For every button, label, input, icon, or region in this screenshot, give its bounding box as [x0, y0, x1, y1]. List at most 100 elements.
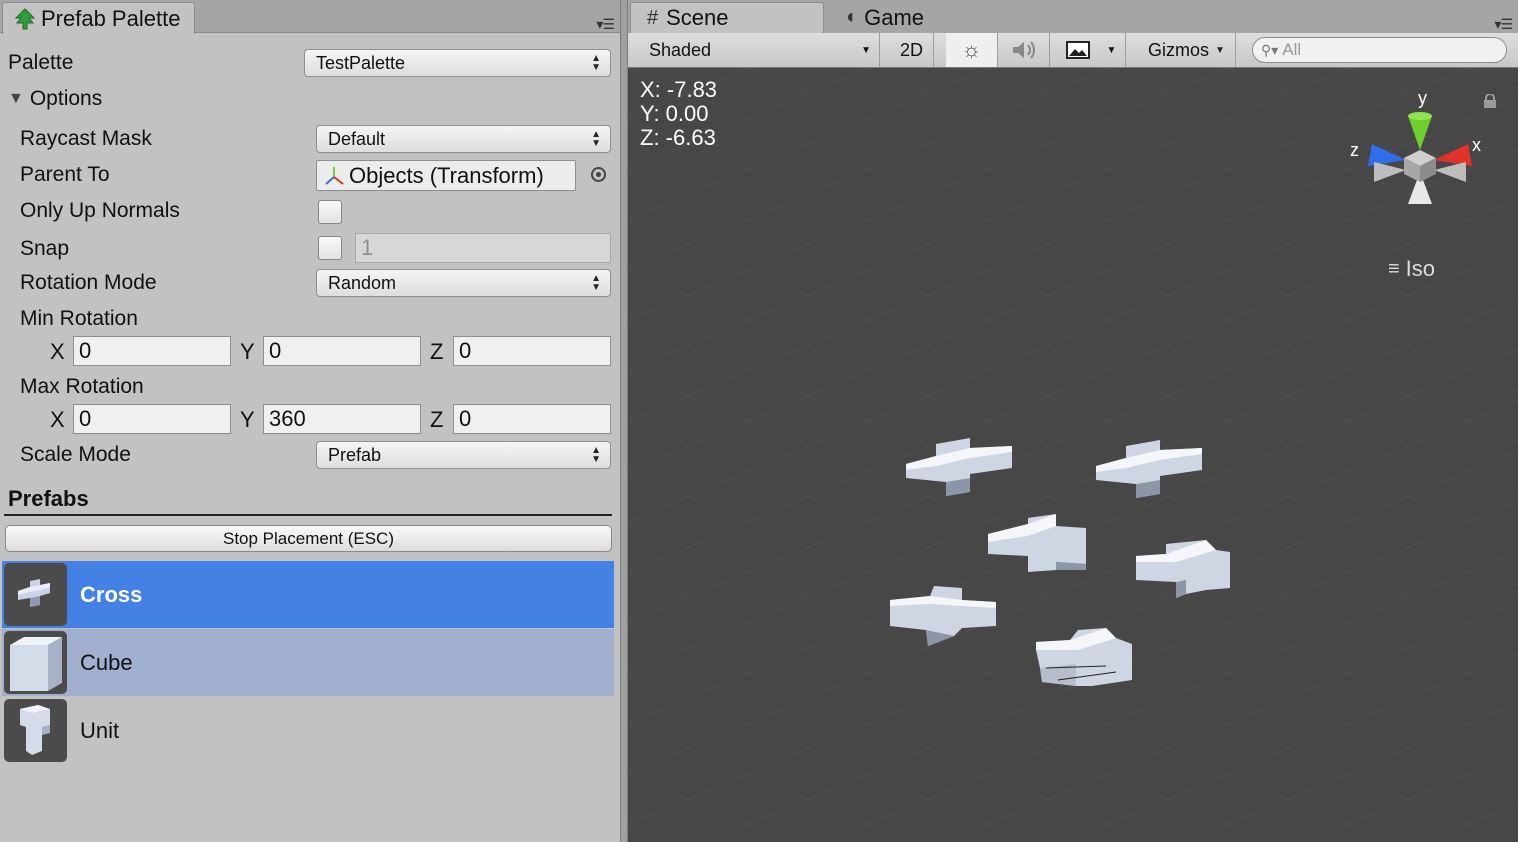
- scale-mode-dropdown[interactable]: Prefab ▲ ▼: [316, 441, 611, 469]
- gizmo-x-cone[interactable]: [1434, 144, 1472, 166]
- gizmo-z-cone[interactable]: [1368, 144, 1406, 166]
- gizmo-z-label: z: [1350, 140, 1359, 160]
- gizmos-label: Gizmos: [1148, 39, 1210, 60]
- search-icon: ⚲▾: [1261, 41, 1279, 58]
- rotation-mode-dropdown[interactable]: Random ▲ ▼: [316, 269, 611, 297]
- max-rotation-x-field[interactable]: 0: [73, 404, 231, 434]
- max-rotation-y-field[interactable]: 360: [263, 404, 421, 434]
- scene-viewport[interactable]: X: -7.83 Y: 0.00 Z: -6.63 y x z ≡ Iso: [628, 68, 1518, 842]
- 2d-toggle-button[interactable]: 2D: [890, 33, 934, 67]
- scene-search-input[interactable]: ⚲▾ All: [1252, 37, 1507, 63]
- tab-title: Prefab Palette: [41, 5, 181, 31]
- cross-object: [890, 586, 996, 646]
- palette-value: TestPalette: [316, 52, 406, 73]
- tab-scene-label: Scene: [666, 5, 729, 30]
- scene-toolbar: Shaded ▼ 2D ☼ ▼ Gizmos ▼ ⚲▾ All: [628, 33, 1518, 68]
- snap-checkbox[interactable]: [318, 236, 342, 260]
- shading-mode-dropdown[interactable]: Shaded ▼: [636, 33, 880, 67]
- panel-menu-icon[interactable]: ▾☰: [1494, 16, 1513, 33]
- section-divider: [4, 514, 612, 516]
- stop-placement-button[interactable]: Stop Placement (ESC): [5, 525, 612, 552]
- gizmo-x-label: x: [1472, 135, 1481, 155]
- prefab-name: Cube: [80, 649, 133, 675]
- tree-icon: [15, 7, 35, 29]
- gizmos-dropdown[interactable]: Gizmos ▼: [1138, 33, 1236, 67]
- palette-label: Palette: [8, 51, 74, 74]
- prefab-item-cube[interactable]: Cube: [2, 629, 614, 696]
- min-rotation-x-label: X: [50, 339, 65, 364]
- cross-object: [1136, 540, 1230, 598]
- tab-prefab-palette[interactable]: Prefab Palette: [2, 2, 195, 34]
- min-rotation-z-label: Z: [430, 339, 444, 364]
- raycast-mask-label: Raycast Mask: [20, 127, 152, 150]
- object-picker-icon[interactable]: [591, 167, 606, 182]
- palette-dropdown[interactable]: TestPalette ▲ ▼: [304, 49, 611, 77]
- projection-label: Iso: [1405, 256, 1436, 281]
- tab-game[interactable]: ◖ Game: [828, 2, 1008, 33]
- coord-z: Z: -6.63: [640, 125, 716, 150]
- prefab-name: Unit: [80, 717, 120, 743]
- dropdown-arrows-icon: ▲ ▼: [591, 53, 601, 73]
- dropdown-arrows-icon: ▲ ▼: [591, 273, 601, 293]
- tab-scene[interactable]: # Scene: [630, 2, 824, 33]
- cross-object: [906, 438, 1012, 496]
- chevron-down-icon: ▼: [861, 44, 871, 56]
- prefab-palette-panel: Prefab Palette ▾☰ Palette TestPalette ▲ ▼…: [0, 0, 620, 842]
- options-foldout[interactable]: ▼ Options: [8, 87, 102, 111]
- transform-icon: [325, 166, 344, 185]
- grid-icon: #: [647, 6, 659, 29]
- scene-panel: # Scene ◖ Game ▾☰ Shaded ▼ 2D ☼ ▼ Gizmos…: [628, 0, 1518, 842]
- shading-mode-value: Shaded: [649, 39, 712, 60]
- tab-game-label: Game: [864, 4, 925, 30]
- parent-to-value: Objects (Transform): [349, 162, 544, 188]
- image-icon: [1066, 41, 1090, 59]
- right-tab-strip: # Scene ◖ Game ▾☰: [628, 0, 1518, 33]
- cross-object: [988, 514, 1086, 572]
- prefab-item-unit[interactable]: Unit: [2, 697, 614, 764]
- prefabs-title: Prefabs: [8, 486, 89, 511]
- min-rotation-y-field[interactable]: 0: [263, 336, 421, 366]
- hamburger-icon: ≡: [1388, 257, 1400, 280]
- coord-y: Y: 0.00: [640, 101, 709, 126]
- gizmo-y-cone[interactable]: [1408, 116, 1432, 150]
- effects-dropdown-button[interactable]: ▼: [1098, 33, 1126, 67]
- max-rotation-y-label: Y: [240, 407, 255, 432]
- rotation-mode-label: Rotation Mode: [20, 271, 157, 294]
- lighting-toggle-button[interactable]: ☼: [946, 33, 998, 67]
- only-up-normals-checkbox[interactable]: [318, 200, 342, 224]
- cross-object: [1096, 440, 1202, 498]
- min-rotation-label: Min Rotation: [20, 307, 138, 330]
- effects-toggle-button[interactable]: [1060, 33, 1096, 67]
- editor-window: Prefab Palette ▾☰ Palette TestPalette ▲ ▼…: [0, 0, 1518, 842]
- parent-to-object-field[interactable]: Objects (Transform): [316, 160, 576, 191]
- max-rotation-z-field[interactable]: 0: [453, 404, 611, 434]
- chevron-down-icon: ▼: [1106, 44, 1117, 56]
- dropdown-arrows-icon: ▲ ▼: [591, 445, 601, 465]
- unit-thumbnail-icon: [4, 699, 67, 762]
- scale-mode-label: Scale Mode: [20, 443, 131, 466]
- min-rotation-z-field[interactable]: 0: [453, 336, 611, 366]
- projection-toggle[interactable]: ≡ Iso: [1388, 256, 1435, 282]
- coord-x: X: -7.83: [640, 77, 718, 102]
- prefab-name: Cross: [80, 581, 143, 607]
- min-rotation-x-field[interactable]: 0: [73, 336, 231, 366]
- parent-to-label: Parent To: [20, 163, 110, 186]
- scale-mode-value: Prefab: [328, 444, 382, 465]
- cube-thumbnail-icon: [4, 631, 67, 694]
- pacman-icon: ◖: [844, 6, 857, 28]
- dropdown-arrows-icon: ▲ ▼: [591, 129, 601, 149]
- orientation-gizmo[interactable]: y x z: [1350, 86, 1490, 236]
- snap-value-field: 1: [355, 233, 611, 263]
- max-rotation-label: Max Rotation: [20, 375, 144, 398]
- search-placeholder: All: [1282, 40, 1302, 59]
- audio-toggle-button[interactable]: [998, 33, 1050, 67]
- rotation-mode-value: Random: [328, 272, 397, 293]
- panel-splitter[interactable]: [620, 0, 628, 842]
- prefab-item-cross[interactable]: Cross: [2, 561, 614, 628]
- raycast-mask-dropdown[interactable]: Default ▲ ▼: [316, 125, 611, 153]
- panel-menu-icon[interactable]: ▾☰: [596, 16, 615, 33]
- min-rotation-y-label: Y: [240, 339, 255, 364]
- raycast-mask-value: Default: [328, 128, 386, 149]
- gizmo-y-label: y: [1418, 88, 1427, 108]
- only-up-normals-label: Only Up Normals: [20, 199, 180, 222]
